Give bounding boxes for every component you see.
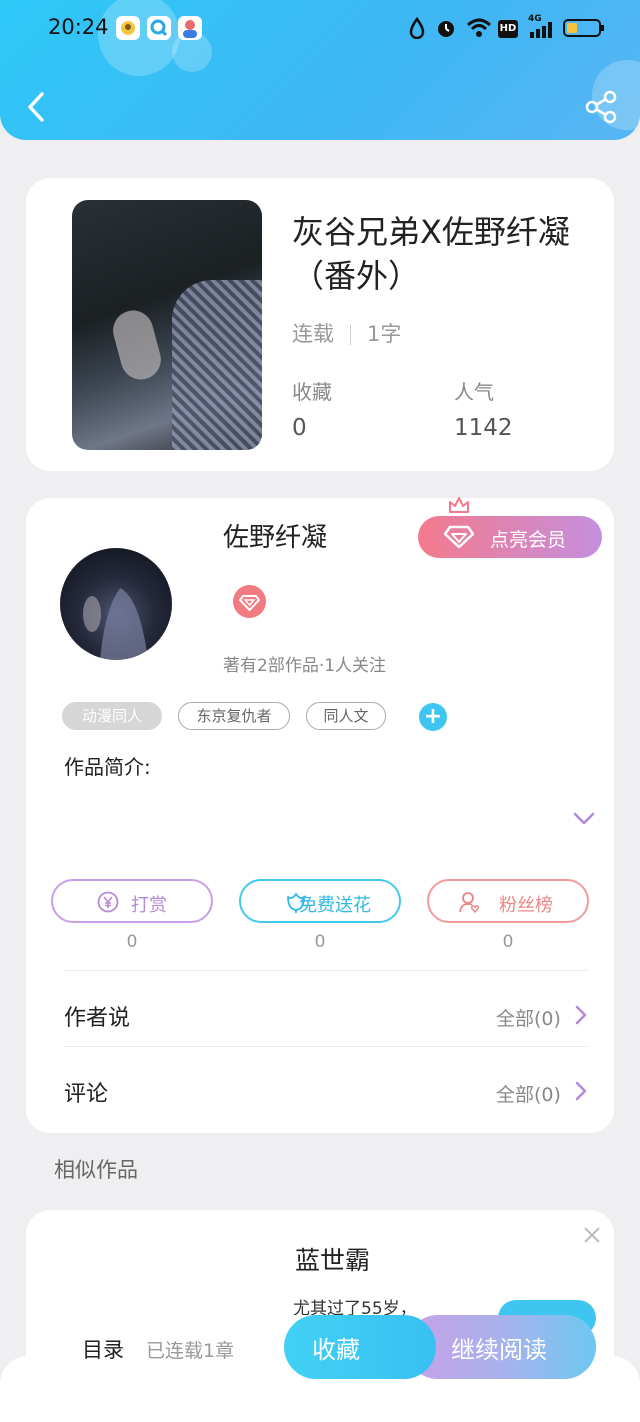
favorites-value: 0 [292, 415, 307, 441]
send-flower-label: 免费送花 [299, 895, 371, 916]
expand-chevron-icon[interactable] [573, 812, 595, 826]
diamond-icon [444, 525, 474, 549]
author-says-label: 作者说 [64, 1006, 131, 1031]
fan-ranking-label: 粉丝榜 [499, 895, 553, 916]
tag-item[interactable]: 同人文 [306, 702, 386, 730]
close-icon[interactable] [583, 1226, 601, 1244]
book-cover[interactable] [72, 200, 262, 450]
tip-label: 打赏 [131, 895, 167, 916]
battery-icon [563, 19, 604, 37]
fan-count: 0 [502, 932, 514, 952]
comments-value: 全部(0) [496, 1084, 561, 1106]
cover-hand [108, 306, 166, 384]
search-app-icon [147, 16, 171, 40]
flower-count: 0 [314, 932, 326, 952]
vip-button[interactable]: 点亮会员 [418, 516, 602, 558]
book-title: 灰谷兄弟X佐野纤凝（番外） [292, 213, 570, 295]
vip-button-label: 点亮会员 [490, 529, 567, 551]
signal-icon [530, 22, 552, 38]
avatar-app-icon [178, 16, 202, 40]
author-says-value: 全部(0) [496, 1008, 561, 1030]
alarm-icon [438, 21, 454, 37]
cover-figure [172, 280, 262, 450]
wifi-icon [466, 18, 492, 37]
add-tag-button[interactable]: + [419, 703, 447, 731]
similar-works-heading: 相似作品 [54, 1158, 138, 1182]
tag-item[interactable]: 东京复仇者 [178, 702, 290, 730]
favorites-label: 收藏 [292, 380, 332, 404]
popularity-label: 人气 [454, 380, 494, 404]
status-bar: 20:24 HD 4G [0, 0, 640, 56]
tip-count: 0 [126, 932, 138, 952]
tag-item[interactable]: 动漫同人 [62, 702, 162, 730]
member-badge-icon [233, 585, 266, 618]
popularity-value: 1142 [454, 415, 513, 441]
hd-badge: HD [498, 20, 518, 38]
recommendation-title[interactable]: 蓝世霸 [295, 1241, 370, 1277]
app-notification-icon [116, 16, 140, 40]
fan-user-icon [459, 892, 480, 913]
share-icon[interactable] [584, 90, 618, 124]
favorite-button[interactable]: 收藏 [284, 1315, 436, 1379]
divider [64, 1046, 588, 1047]
intro-label: 作品简介: [64, 755, 151, 779]
send-flower-button[interactable]: 免费送花 [239, 879, 401, 923]
chevron-right-icon [575, 1005, 587, 1025]
author-avatar[interactable] [60, 548, 172, 660]
author-works-info: 著有2部作品·1人关注 [223, 656, 387, 676]
meta-separator [350, 325, 351, 345]
top-header: 20:24 HD 4G [0, 0, 640, 140]
continue-reading-label: 继续阅读 [451, 1336, 547, 1364]
status-time: 20:24 [48, 15, 109, 39]
data-drop-icon [409, 17, 425, 39]
book-meta: 连载 1字 [292, 318, 401, 348]
yen-coin-icon [97, 891, 119, 913]
chapter-count: 已连载1章 [146, 1340, 235, 1362]
comments-label: 评论 [64, 1082, 109, 1107]
tip-button[interactable]: 打赏 [51, 879, 213, 923]
book-word-count: 1字 [367, 322, 402, 346]
favorite-label: 收藏 [312, 1336, 360, 1364]
divider [64, 970, 588, 971]
author-name[interactable]: 佐野纤凝 [223, 517, 327, 554]
fan-ranking-button[interactable]: 粉丝榜 [427, 879, 589, 923]
crown-icon [449, 497, 469, 513]
back-arrow-icon[interactable] [22, 90, 52, 124]
toc-button[interactable]: 目录 [82, 1334, 124, 1364]
book-status: 连载 [292, 322, 334, 346]
chevron-right-icon [575, 1081, 587, 1101]
